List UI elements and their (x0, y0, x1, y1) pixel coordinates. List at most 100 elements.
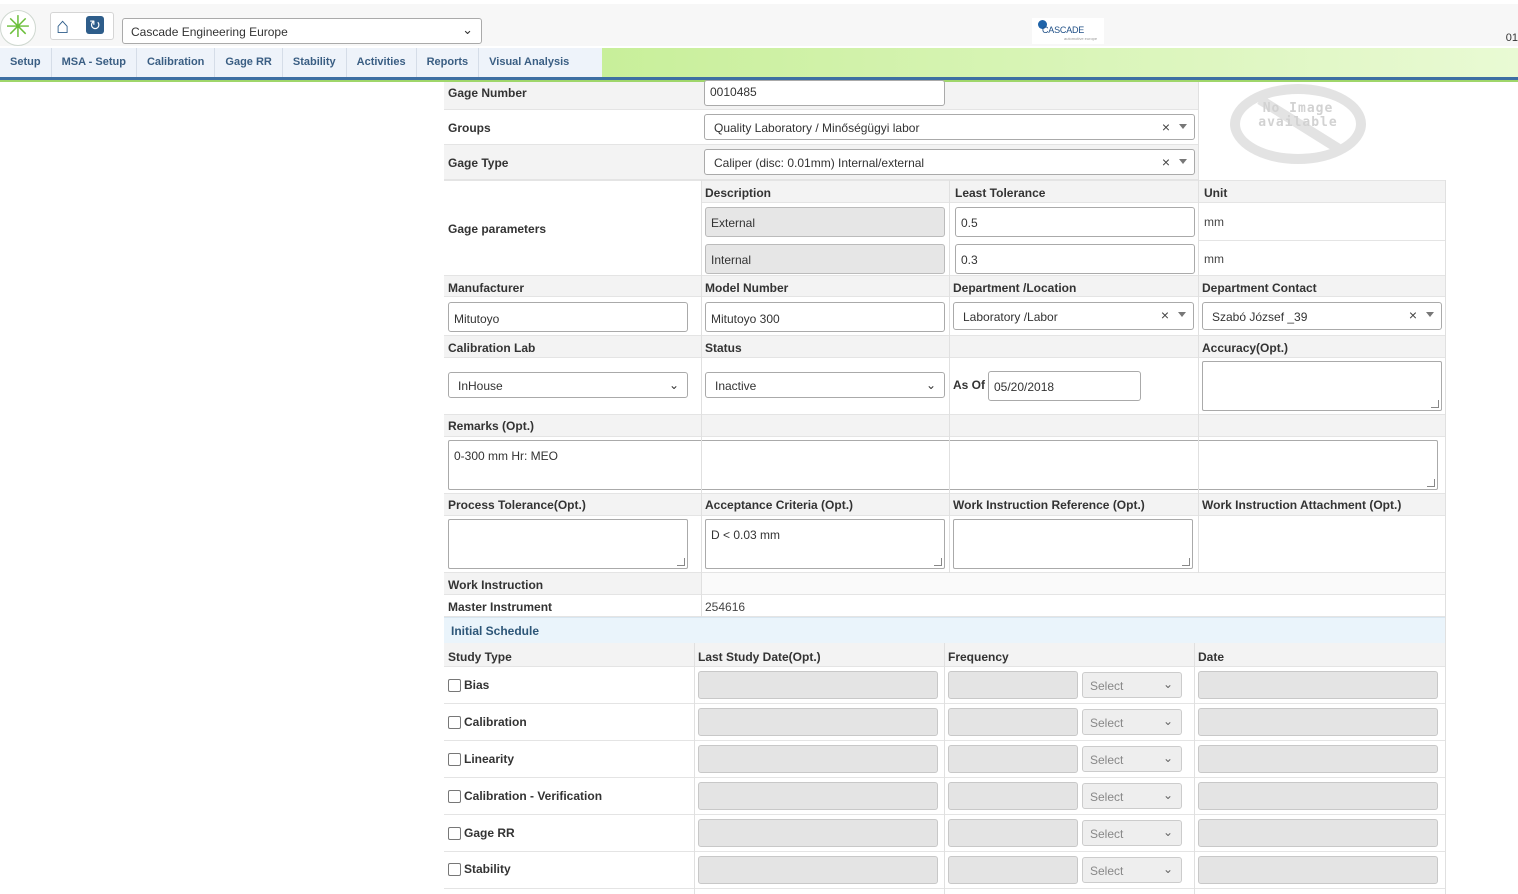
remarks-row: 0-300 mm Hr: MEO (444, 437, 1446, 494)
study-checkbox[interactable] (448, 827, 461, 840)
column-divider (1194, 643, 1195, 894)
gage-type-select[interactable]: Caliper (disc: 0.01mm) Internal/external… (704, 149, 1195, 175)
frequency-input[interactable] (948, 671, 1078, 699)
caret-down-icon (1178, 312, 1186, 317)
corner-text: 01 (1505, 32, 1518, 44)
schedule-title: Initial Schedule (451, 624, 540, 638)
chevron-down-icon: ⌄ (1162, 862, 1173, 876)
accuracy-input[interactable] (1202, 361, 1442, 411)
param-tolerance-internal[interactable]: 0.3 (955, 244, 1195, 274)
frequency-input[interactable] (948, 819, 1078, 847)
remarks-input[interactable]: 0-300 mm Hr: MEO (448, 440, 1438, 490)
schedule-row: Calibration - Verification Select ⌄ (444, 778, 1446, 815)
clear-icon[interactable]: × (1409, 307, 1417, 323)
manufacturer-label: Manufacturer (448, 281, 525, 295)
study-checkbox[interactable] (448, 716, 461, 729)
column-divider (944, 643, 945, 894)
last-study-date-input[interactable] (698, 782, 938, 810)
wi-reference-input[interactable] (953, 519, 1193, 569)
cal-lab-select[interactable]: InHouse ⌄ (448, 372, 688, 398)
as-of-date-input[interactable]: 05/20/2018 (988, 371, 1141, 401)
schedule-row: Linearity Select ⌄ (444, 741, 1446, 778)
date-input[interactable] (1198, 856, 1438, 884)
date-input[interactable] (1198, 782, 1438, 810)
study-checkbox[interactable] (448, 863, 461, 876)
select-placeholder: Select (1090, 716, 1124, 730)
last-study-date-input[interactable] (698, 671, 938, 699)
date-header: Date (1198, 650, 1225, 664)
sunburst-icon: ✳ (5, 11, 31, 44)
caret-down-icon (1426, 312, 1434, 317)
last-study-date-input[interactable] (698, 856, 938, 884)
nav-reports[interactable]: Reports (417, 48, 480, 77)
date-input[interactable] (1198, 671, 1438, 699)
frequency-input[interactable] (948, 782, 1078, 810)
frequency-unit-select[interactable]: Select ⌄ (1082, 783, 1182, 809)
study-checkbox[interactable] (448, 790, 461, 803)
schedule-section-header: Initial Schedule (444, 617, 1446, 643)
work-instruction-row: Work Instruction (444, 573, 1446, 595)
cal-lab-label: Calibration Lab (448, 341, 536, 355)
last-study-date-input[interactable] (698, 708, 938, 736)
wi-attachment-label: Work Instruction Attachment (Opt.) (1202, 498, 1402, 512)
status-select[interactable]: Inactive ⌄ (705, 372, 945, 398)
acceptance-input[interactable]: D < 0.03 mm (705, 519, 945, 569)
date-input[interactable] (1198, 819, 1438, 847)
app-logo[interactable]: ✳ (0, 10, 36, 46)
frequency-unit-select[interactable]: Select ⌄ (1082, 857, 1182, 883)
param-description-external: External (705, 207, 945, 237)
param-unit-header: Unit (1204, 186, 1228, 200)
select-placeholder: Select (1090, 790, 1124, 804)
contact-select[interactable]: Szabó József _39 × (1202, 302, 1442, 330)
nav-stability[interactable]: Stability (283, 48, 347, 77)
model-input[interactable]: Mitutoyo 300 (705, 302, 945, 332)
nav-calibration[interactable]: Calibration (137, 48, 216, 77)
groups-label: Groups (448, 121, 491, 135)
frequency-unit-select[interactable]: Select ⌄ (1082, 820, 1182, 846)
study-type-label: Calibration (464, 715, 527, 729)
frequency-input[interactable] (948, 745, 1078, 773)
frequency-input[interactable] (948, 708, 1078, 736)
clear-icon[interactable]: × (1161, 307, 1169, 323)
nav-setup[interactable]: Setup (0, 48, 52, 77)
frequency-unit-select[interactable]: Select ⌄ (1082, 709, 1182, 735)
study-type-label: Stability (464, 862, 511, 876)
date-input[interactable] (1198, 708, 1438, 736)
frequency-input[interactable] (948, 856, 1078, 884)
select-placeholder: Select (1090, 679, 1124, 693)
nav-msa-setup[interactable]: MSA - Setup (52, 48, 137, 77)
work-instruction-label: Work Instruction (448, 578, 544, 592)
status-value: Inactive (715, 379, 757, 393)
company-select[interactable]: Cascade Engineering Europe ⌄ (122, 18, 482, 44)
groups-select[interactable]: Quality Laboratory / Minőségügyi labor × (704, 114, 1195, 140)
param-header (702, 181, 1446, 203)
refresh-icon[interactable]: ↻ (86, 16, 104, 34)
nav-visual-analysis[interactable]: Visual Analysis (479, 48, 579, 77)
date-input[interactable] (1198, 745, 1438, 773)
gage-number-input[interactable]: 0010485 (704, 80, 945, 106)
gage-number-row: Gage Number 0010485 (444, 80, 1198, 110)
gage-number-label: Gage Number (448, 86, 527, 100)
frequency-unit-select[interactable]: Select ⌄ (1082, 672, 1182, 698)
no-image-text: No Image available (1230, 102, 1366, 130)
chevron-down-icon: ⌄ (668, 378, 679, 392)
frequency-unit-select[interactable]: Select ⌄ (1082, 746, 1182, 772)
gage-parameters-row: Gage parameters Description Least Tolera… (444, 180, 1446, 276)
last-study-header: Last Study Date(Opt.) (698, 650, 821, 664)
last-study-date-input[interactable] (698, 819, 938, 847)
clear-icon[interactable]: × (1162, 119, 1170, 135)
study-checkbox[interactable] (448, 679, 461, 692)
process-tolerance-input[interactable] (448, 519, 688, 569)
nav-activities[interactable]: Activities (347, 48, 417, 77)
department-select[interactable]: Laboratory /Labor × (953, 302, 1194, 330)
clear-icon[interactable]: × (1162, 154, 1170, 170)
groups-row: Groups Quality Laboratory / Minőségügyi … (444, 110, 1198, 145)
last-study-date-input[interactable] (698, 745, 938, 773)
manufacturer-input[interactable]: Mitutoyo (448, 302, 688, 332)
study-checkbox[interactable] (448, 753, 461, 766)
param-unit-external: mm (1204, 215, 1224, 229)
param-tolerance-external[interactable]: 0.5 (955, 207, 1195, 237)
home-icon[interactable]: ⌂ (56, 15, 69, 37)
nav-gage-rr[interactable]: Gage RR (215, 48, 283, 77)
schedule-row: Gage RR Select ⌄ (444, 815, 1446, 852)
